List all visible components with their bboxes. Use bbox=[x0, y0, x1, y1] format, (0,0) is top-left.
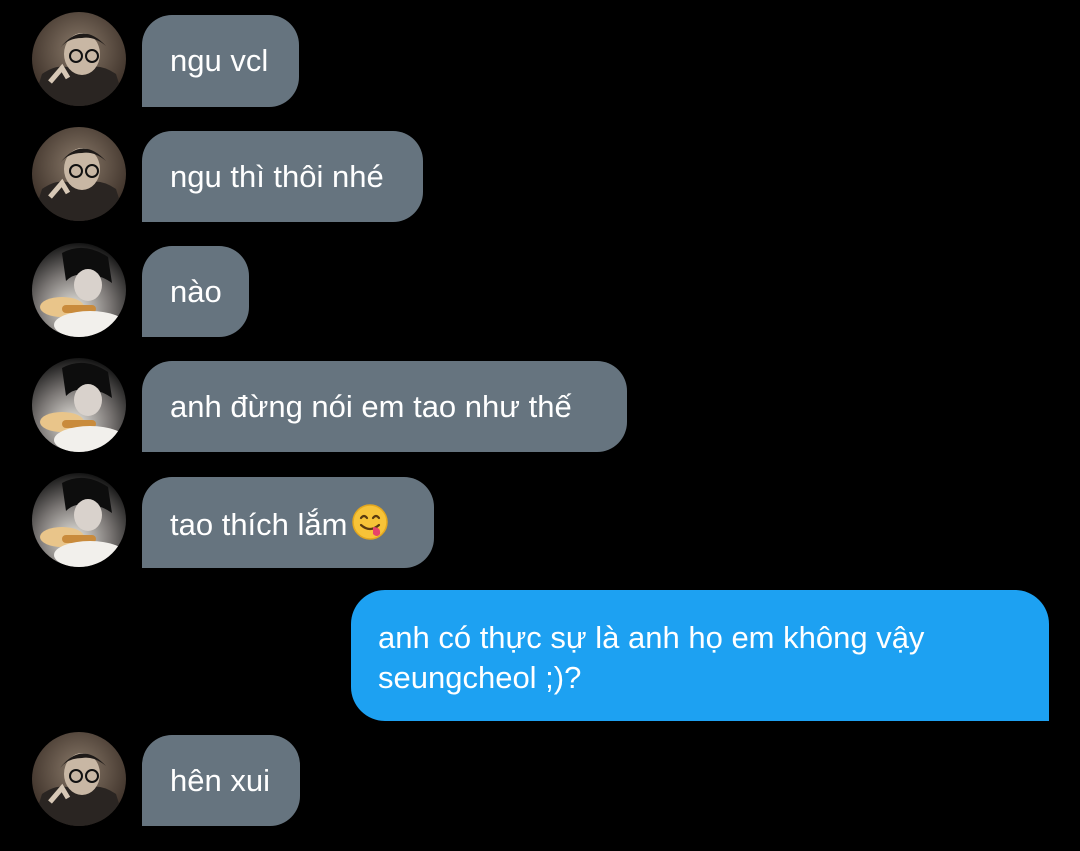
incoming-bubble[interactable]: anh đừng nói em tao như thế bbox=[142, 361, 627, 452]
avatar[interactable] bbox=[32, 473, 126, 567]
avatar-b-image bbox=[32, 473, 126, 567]
incoming-bubble[interactable]: ngu vcl bbox=[142, 15, 299, 107]
avatar-a-image bbox=[32, 127, 126, 221]
avatar-a-image bbox=[32, 732, 126, 826]
message-text: nào bbox=[170, 274, 222, 309]
message-thread: ngu vcl ngu thì thôi nhé nào anh đừng nó… bbox=[0, 0, 1080, 851]
message-text: ngu thì thôi nhé bbox=[170, 159, 384, 194]
message-text: hên xui bbox=[170, 763, 270, 798]
avatar[interactable] bbox=[32, 358, 126, 452]
face-savoring-food-emoji bbox=[351, 503, 389, 551]
avatar-a-image bbox=[32, 12, 126, 106]
outgoing-bubble[interactable]: anh có thực sự là anh họ em không vậy se… bbox=[351, 590, 1049, 721]
avatar-b-image bbox=[32, 358, 126, 452]
message-text: anh đừng nói em tao như thế bbox=[170, 389, 572, 424]
avatar[interactable] bbox=[32, 732, 126, 826]
incoming-bubble[interactable]: ngu thì thôi nhé bbox=[142, 131, 423, 222]
message-text: anh có thực sự là anh họ em không vậy se… bbox=[378, 620, 925, 695]
incoming-bubble[interactable]: hên xui bbox=[142, 735, 300, 826]
incoming-bubble[interactable]: tao thích lắm bbox=[142, 477, 434, 568]
avatar[interactable] bbox=[32, 127, 126, 221]
message-text: ngu vcl bbox=[170, 43, 269, 78]
avatar-b-image bbox=[32, 243, 126, 337]
incoming-bubble[interactable]: nào bbox=[142, 246, 249, 337]
message-text: tao thích lắm bbox=[170, 507, 348, 542]
avatar[interactable] bbox=[32, 243, 126, 337]
avatar[interactable] bbox=[32, 12, 126, 106]
